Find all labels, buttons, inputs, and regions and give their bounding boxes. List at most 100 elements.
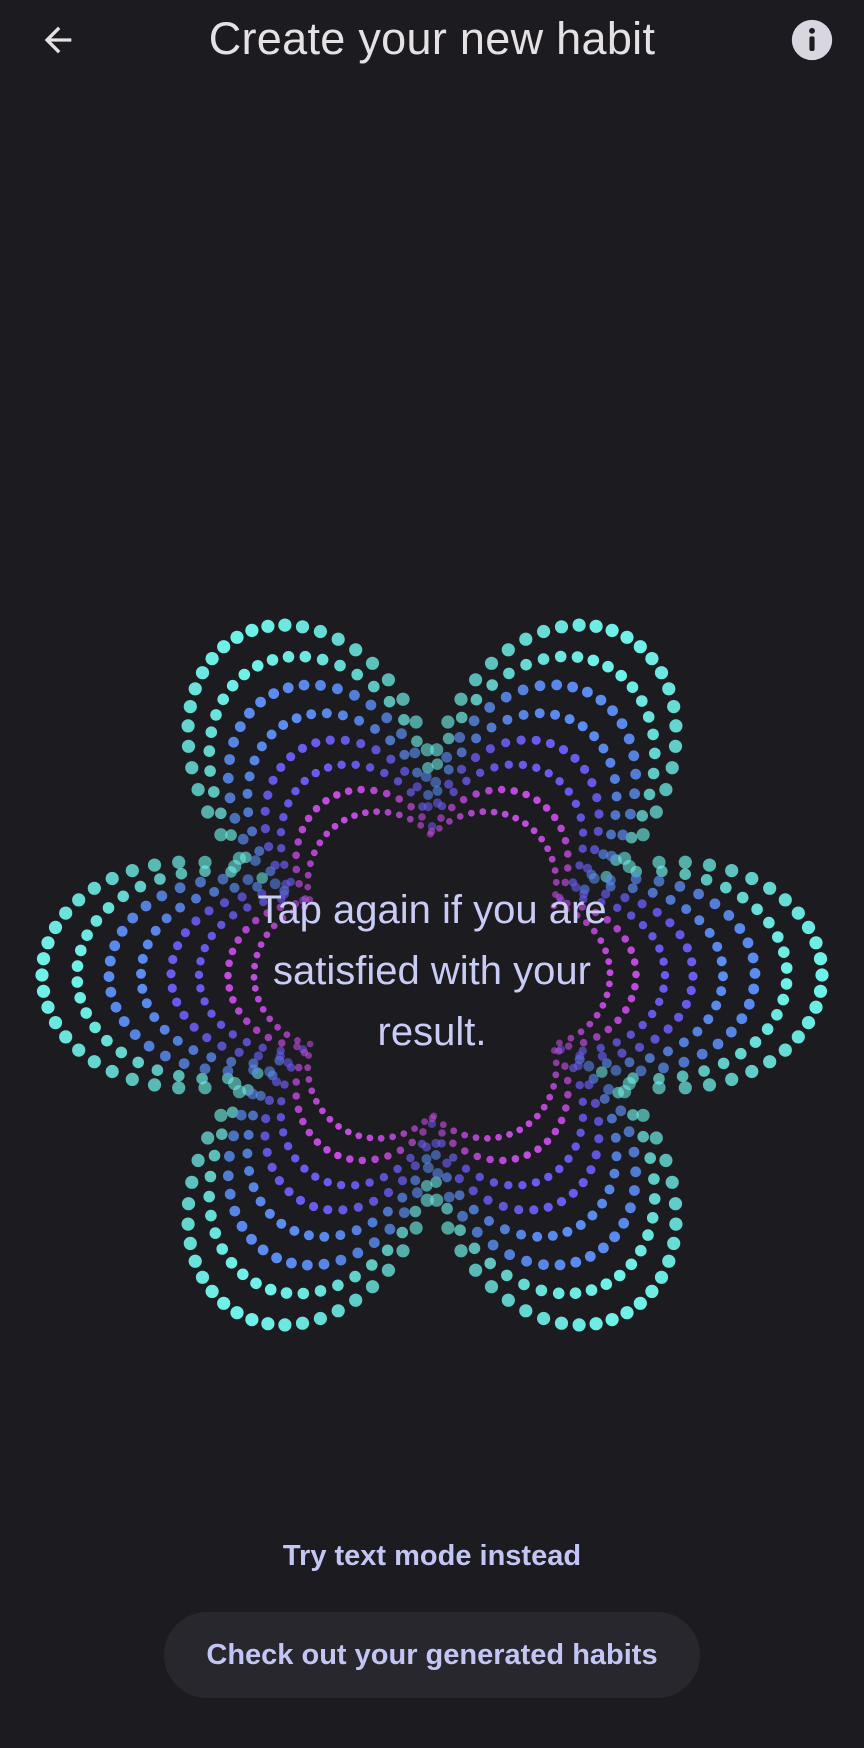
orb-dot [702, 1078, 717, 1092]
orb-dot [563, 1076, 572, 1085]
orb-dot [398, 714, 410, 726]
orb-dot [224, 1150, 235, 1162]
orb-dot [204, 906, 214, 916]
orb-dot [777, 993, 789, 1006]
orb-dot [191, 893, 201, 904]
orb-dot [185, 1175, 199, 1189]
orb-dot [604, 1184, 615, 1195]
orb-dot [594, 1116, 604, 1126]
back-button[interactable] [28, 10, 88, 70]
orb-dot [485, 744, 495, 754]
orb-dot [638, 921, 648, 930]
orb-dot [667, 1236, 681, 1250]
orb-dot [529, 1205, 539, 1215]
orb-dot [381, 1263, 395, 1277]
orb-dot [278, 618, 292, 632]
orb-dot [652, 907, 662, 917]
orb-dot [230, 630, 244, 644]
orb-dot [245, 1313, 259, 1327]
orb-dot [366, 1259, 378, 1271]
orb-dot [270, 860, 280, 870]
orb-dot [649, 805, 663, 819]
orb-dot [183, 1236, 197, 1250]
orb-dot [576, 1128, 585, 1137]
orb-dot [648, 1193, 661, 1205]
orb-dot [261, 1317, 275, 1331]
orb-dot [264, 1283, 277, 1296]
orb-dot [567, 681, 578, 693]
orb-dot [605, 1313, 619, 1327]
orb-dot [564, 714, 575, 725]
orb-dot [207, 931, 216, 941]
orb-dot [548, 855, 556, 863]
orb-dot [209, 1227, 222, 1239]
orb-dot [189, 1022, 199, 1032]
orb-dot [568, 1188, 578, 1198]
orb-dot [461, 1164, 471, 1173]
generated-habits-button[interactable]: Check out your generated habits [164, 1612, 700, 1698]
orb-dot [180, 928, 190, 938]
orb-dot [501, 1293, 515, 1307]
orb-dot [332, 683, 343, 695]
orb-dot [456, 764, 467, 774]
orb-dot [475, 768, 485, 777]
orb-dot [751, 903, 763, 916]
orb-dot [365, 1178, 374, 1187]
orb-dot [294, 838, 303, 846]
orb-dot [571, 651, 584, 663]
orb-dot [421, 1118, 428, 1125]
orb-dot [244, 771, 255, 782]
orb-dot [501, 810, 509, 818]
orb-dot [217, 1041, 227, 1051]
orb-dot [543, 1137, 552, 1146]
orb-dot [557, 1116, 566, 1125]
orb-dot [400, 1130, 408, 1137]
info-button[interactable] [786, 14, 838, 66]
orb-dot [248, 1182, 259, 1193]
orb-dot [544, 1172, 553, 1182]
orb-dot [373, 808, 380, 815]
orb-dot [501, 1269, 513, 1282]
orb-dot [437, 1139, 446, 1148]
orb-dot [585, 1284, 598, 1296]
orb-dot [313, 624, 327, 639]
orb-dot [140, 900, 152, 912]
orb-dot [611, 1151, 622, 1162]
orb-dot [338, 1205, 348, 1215]
orb-dot [117, 890, 129, 903]
orb-dot [307, 860, 314, 868]
orb-dot [736, 1013, 748, 1025]
orb-dot [626, 681, 639, 693]
orb-dot [532, 1231, 543, 1242]
orb-dot [638, 1020, 647, 1030]
orb-dot [168, 954, 178, 965]
orb-dot [590, 1098, 601, 1108]
orb-dot [354, 715, 365, 726]
orb-dot [487, 1239, 499, 1251]
orb-dot [323, 1146, 331, 1154]
orb-dot [554, 620, 569, 634]
orb-dot [250, 1277, 262, 1290]
orb-dot [129, 1029, 141, 1040]
orb-dot [595, 694, 607, 706]
orb-dot [243, 807, 254, 818]
orb-dot [358, 1156, 367, 1165]
orb-dot [472, 1134, 480, 1141]
orb-dot [191, 916, 201, 926]
orb-dot [248, 1110, 258, 1121]
orb-dot [430, 1112, 438, 1120]
orb-dot [203, 1190, 215, 1203]
orb-dot [276, 828, 286, 837]
orb-dot [692, 1026, 703, 1037]
orb-dot [205, 1209, 217, 1222]
orb-dot [201, 805, 215, 819]
orb-dot [276, 762, 286, 772]
orb-dot [484, 656, 499, 670]
orb-dot [278, 1318, 292, 1332]
orb-dot [471, 1226, 483, 1238]
orb-dot [538, 1259, 549, 1270]
orb-dot [725, 864, 739, 878]
orb-dot [200, 944, 209, 953]
try-text-mode-link[interactable]: Try text mode instead [232, 1530, 632, 1582]
orb-dot [409, 1205, 422, 1218]
